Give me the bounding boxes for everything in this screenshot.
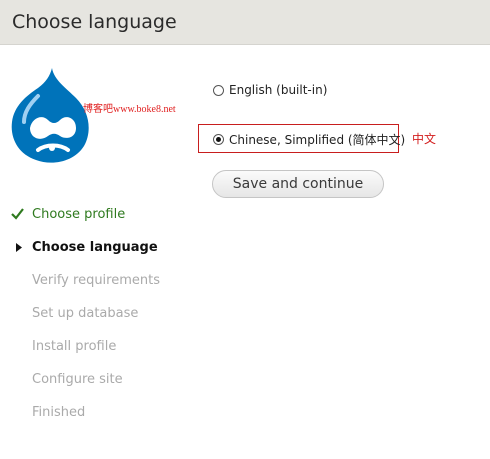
step-choose-language: Choose language [32,240,158,255]
annotation-text: 中文 [412,132,437,146]
save-and-continue-button[interactable]: Save and continue [212,170,384,198]
triangle-right-icon [16,243,22,252]
radio-chinese[interactable] [213,134,224,145]
language-option-english[interactable]: English (built-in) [213,83,327,97]
step-choose-profile: Choose profile [32,207,126,222]
language-label-english: English (built-in) [229,83,328,97]
drupal-logo-icon [11,68,89,163]
language-option-chinese[interactable]: Chinese, Simplified (简体中文) [213,131,405,148]
step-finished: Finished [32,405,86,420]
step-set-up-database: Set up database [32,306,139,321]
radio-english[interactable] [213,84,224,96]
step-configure-site: Configure site [32,372,123,387]
page-header: Choose language [0,0,490,45]
watermark-text: 博客吧www.boke8.net [83,104,176,115]
step-verify-requirements: Verify requirements [32,273,161,288]
step-install-profile: Install profile [32,339,117,354]
page-title: Choose language [12,11,177,33]
language-label-chinese: Chinese, Simplified (简体中文) [229,133,406,147]
checkmark-icon [11,208,24,220]
